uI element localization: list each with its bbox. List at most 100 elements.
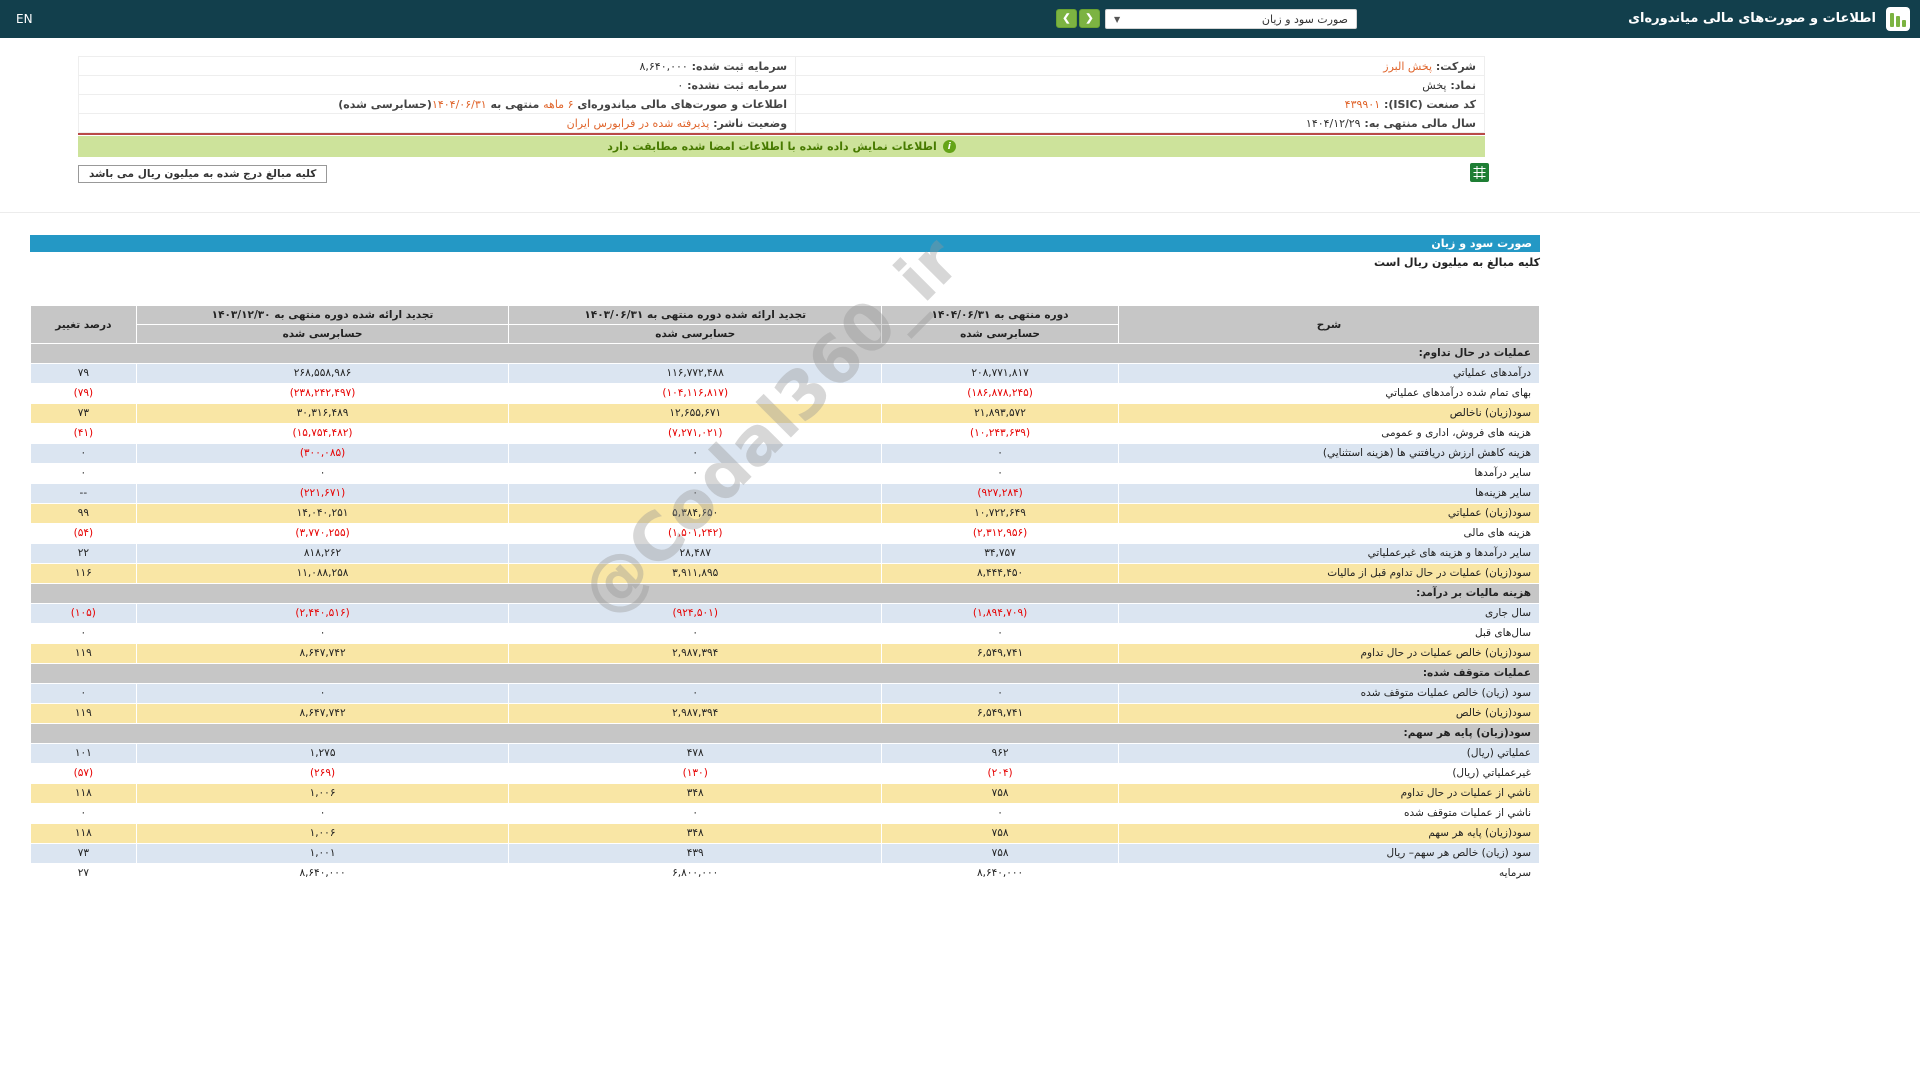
column-header-change-percent: درصد تغییر — [30, 305, 137, 344]
change-percent-value: ۰ — [30, 623, 137, 644]
amount-value: ۷۵۸ — [881, 783, 1119, 804]
amount-value: ۸۱۸,۲۶۲ — [135, 543, 510, 564]
change-percent-value: (۷۹) — [30, 383, 137, 404]
statement-row: هزینه کاهش ارزش دریافتني ها (هزینه استثن… — [30, 443, 1540, 464]
statement-row: سود(زیان) عملیاتي ۱۰,۷۲۲,۶۴۹ ۵,۳۸۴,۶۵۰ ۱۴,۰… — [30, 503, 1540, 524]
change-percent-value: ۱۰۱ — [30, 743, 137, 764]
amount-value: ۰ — [508, 443, 883, 464]
info-value: ۱۴۰۴/۱۲/۲۹ — [1305, 116, 1361, 130]
amount-value: ۱۱,۰۸۸,۲۵۸ — [135, 563, 510, 584]
statement-row: سود(زیان) ناخالص ۲۱,۸۹۳,۵۷۲ ۱۲,۶۵۵,۶۷۱ ۳۰,۳… — [30, 403, 1540, 424]
company-info-row: شرکت: پخش البرز سرمایه ثبت شده: ۸,۶۴۰,۰۰۰ — [77, 56, 1485, 76]
change-percent-value: ۷۳ — [30, 403, 137, 424]
section-header-label: عملیات متوقف شده: — [30, 663, 1540, 684]
row-description: عملیاتي (ریال) — [1118, 743, 1540, 764]
info-label: شرکت: — [1432, 59, 1476, 73]
row-description: سود (زیان) خالص هر سهم– ریال — [1118, 843, 1540, 864]
amount-value: ۸,۶۴۰,۰۰۰ — [135, 863, 510, 884]
row-description: ناشي از عملیات در حال تداوم — [1118, 783, 1540, 804]
change-percent-value: ۰ — [30, 803, 137, 824]
company-info-cell-left: سرمایه ثبت نشده: ۰ — [77, 75, 797, 95]
statement-nav-buttons: ❮ ❯ — [1056, 9, 1100, 28]
row-description: سود(زیان) عملیاتي — [1118, 503, 1540, 524]
amount-value: ۵,۳۸۴,۶۵۰ — [508, 503, 883, 524]
amount-value: ۷۵۸ — [881, 843, 1119, 864]
amount-value: (۱۸۶,۸۷۸,۲۴۵) — [881, 383, 1119, 404]
row-description: سال‌های قبل — [1118, 623, 1540, 644]
section-header-label: سود(زیان) پایه هر سهم: — [30, 723, 1540, 744]
change-percent-value: ۰ — [30, 463, 137, 484]
amount-value: ۳۴۸ — [508, 823, 883, 844]
change-percent-value: (۵۴) — [30, 523, 137, 544]
column-subheader-audited: حسابرسی شده — [508, 324, 883, 344]
company-info-cell-left: وضعیت ناشر: پذیرفته شده در فرابورس ایران — [77, 113, 797, 133]
change-percent-value: (۴۱) — [30, 423, 137, 444]
prev-statement-button[interactable]: ❮ — [1056, 9, 1077, 28]
excel-export-icon[interactable] — [1470, 163, 1489, 182]
amount-value: ۰ — [508, 623, 883, 644]
amount-value: ۲۱,۸۹۳,۵۷۲ — [881, 403, 1119, 424]
company-info-cell-left: سرمایه ثبت شده: ۸,۶۴۰,۰۰۰ — [77, 56, 797, 76]
row-description: سود(زیان) عملیات در حال تداوم قبل از مال… — [1118, 563, 1540, 584]
company-info-cell-left: اطلاعات و صورت‌های مالی میاندوره‌ای ۶ ما… — [77, 94, 797, 114]
info-value-highlight: ۱۴۰۴/۰۶/۳۱ — [431, 97, 487, 111]
amount-value: ۲,۹۸۷,۳۹۴ — [508, 643, 883, 664]
company-info-section: شرکت: پخش البرز سرمایه ثبت شده: ۸,۶۴۰,۰۰۰… — [77, 56, 1485, 135]
row-description: هزینه های مالی — [1118, 523, 1540, 544]
amount-value: ۱۴,۰۴۰,۲۵۱ — [135, 503, 510, 524]
statement-row: بهای تمام شده درآمدهای عملیاتي (۱۸۶,۸۷۸,۲… — [30, 383, 1540, 404]
codal-logo-icon[interactable] — [1886, 7, 1910, 31]
section-header-label: هزینه مالیات بر درآمد: — [30, 583, 1540, 604]
page: { "topbar": { "title": "اطلاعات و صورت‌ه… — [0, 0, 1920, 1080]
amount-value: ۹۶۲ — [881, 743, 1119, 764]
row-description: سود(زیان) پایه هر سهم — [1118, 823, 1540, 844]
change-percent-value: ۹۹ — [30, 503, 137, 524]
change-percent-value: ۲۲ — [30, 543, 137, 564]
amount-value: (۹۲۷,۲۸۴) — [881, 483, 1119, 504]
row-description: سود(زیان) ناخالص — [1118, 403, 1540, 424]
info-label: سال مالی منتهی به: — [1360, 116, 1476, 130]
amount-value: ۶,۸۰۰,۰۰۰ — [508, 863, 883, 884]
next-statement-button[interactable]: ❯ — [1079, 9, 1100, 28]
top-header-bar: اطلاعات و صورت‌های مالی میاندوره‌ای صورت… — [0, 0, 1920, 38]
info-label: (حسابرسی شده) — [338, 97, 432, 111]
statement-type-dropdown[interactable]: صورت سود و زیان ▼ — [1105, 9, 1357, 29]
statement-row: سایر هزینه‌ها (۹۲۷,۲۸۴) ۰ (۲۲۱,۶۷۱) -- — [30, 483, 1540, 504]
column-subheader-audited: حسابرسی شده — [881, 324, 1119, 344]
info-value-highlight: ۴۳۹۹۰۱ — [1344, 97, 1381, 111]
row-description: بهای تمام شده درآمدهای عملیاتي — [1118, 383, 1540, 404]
amount-value: (۲,۴۴۰,۵۱۶) — [135, 603, 510, 624]
column-header-period-restated-mid: تجدید ارائه شده دوره منتهی به ۱۴۰۳/۰۶/۳۱ — [508, 305, 883, 325]
statement-row: عملیاتي (ریال) ۹۶۲ ۴۷۸ ۱,۲۷۵ ۱۰۱ — [30, 743, 1540, 764]
statement-row: سود (زیان) خالص هر سهم– ریال ۷۵۸ ۴۳۹ ۱,۰۰۱ ۷… — [30, 843, 1540, 864]
amount-value: ۱,۰۰۱ — [135, 843, 510, 864]
row-description: غیرعملیاتي (ریال) — [1118, 763, 1540, 784]
change-percent-value: (۵۷) — [30, 763, 137, 784]
info-value: ۸,۶۴۰,۰۰۰ — [639, 59, 688, 73]
amount-value: ۰ — [881, 623, 1119, 644]
amount-value: ۰ — [881, 683, 1119, 704]
info-label: وضعیت ناشر: — [709, 116, 788, 130]
amount-value: ۰ — [881, 463, 1119, 484]
amount-value: (۷,۲۷۱,۰۲۱) — [508, 423, 883, 444]
info-value: پخش — [1422, 78, 1447, 92]
company-info-cell-right: سال مالی منتهی به: ۱۴۰۴/۱۲/۲۹ — [795, 113, 1485, 133]
section-header-row: عملیات متوقف شده: — [30, 663, 1540, 684]
statement-section: صورت سود و زیان کلیه مبالغ به میلیون ریا… — [30, 235, 1540, 884]
chevron-down-icon: ▼ — [1114, 14, 1121, 24]
company-info-row: نماد: پخش سرمایه ثبت نشده: ۰ — [77, 75, 1485, 95]
amount-value: (۲۰۴) — [881, 763, 1119, 784]
amount-value: ۰ — [135, 683, 510, 704]
row-description: سایر درآمدها و هزینه های غیرعملیاتي — [1118, 543, 1540, 564]
amount-value: (۱۵,۷۵۴,۴۸۲) — [135, 423, 510, 444]
column-header-period-restated-annual: تجدید ارائه شده دوره منتهی به ۱۴۰۳/۱۲/۳۰ — [135, 305, 510, 325]
amount-value: ۷۵۸ — [881, 823, 1119, 844]
statement-row: ناشي از عملیات متوقف شده ۰ ۰ ۰ ۰ — [30, 803, 1540, 824]
row-description: سود (زیان) خالص عملیات متوقف شده — [1118, 683, 1540, 704]
info-value-highlight[interactable]: پخش البرز — [1383, 60, 1432, 73]
change-percent-value: ۱۱۶ — [30, 563, 137, 584]
company-info-table: شرکت: پخش البرز سرمایه ثبت شده: ۸,۶۴۰,۰۰۰… — [77, 56, 1485, 133]
dropdown-selected-value: صورت سود و زیان — [1261, 12, 1348, 26]
statement-row: سود (زیان) خالص عملیات متوقف شده ۰ ۰ ۰ ۰ — [30, 683, 1540, 704]
language-toggle-en[interactable]: EN — [16, 0, 33, 38]
